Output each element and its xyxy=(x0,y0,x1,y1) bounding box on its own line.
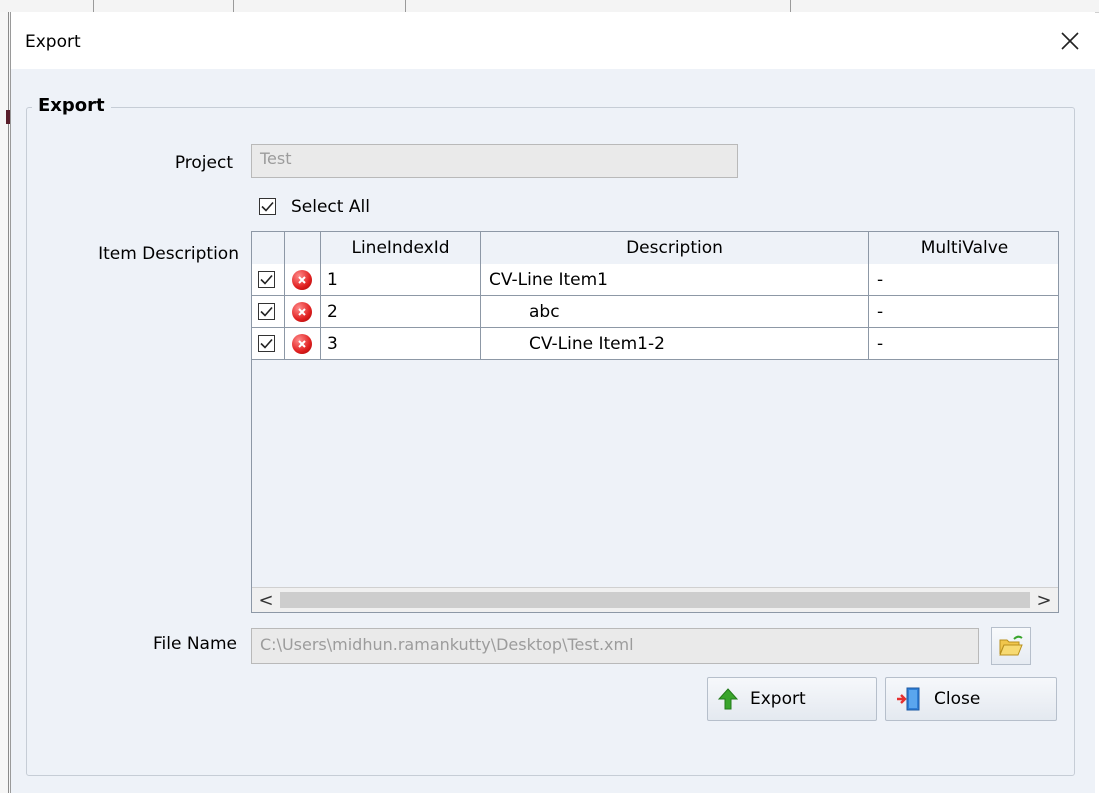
arrow-up-icon xyxy=(718,688,738,710)
row-description: CV-Line Item1-2 xyxy=(481,328,869,359)
column-header-multivalve[interactable]: MultiValve xyxy=(869,232,1058,264)
row-select-cell[interactable] xyxy=(252,328,285,359)
row-select-cell[interactable] xyxy=(252,296,285,327)
scrollbar-thumb[interactable] xyxy=(280,592,1030,608)
table-row[interactable]: 3 CV-Line Item1-2 - xyxy=(252,328,1058,360)
column-header-description[interactable]: Description xyxy=(481,232,869,264)
background-divider xyxy=(233,0,234,12)
dialog-title-bar: Export xyxy=(11,12,1095,69)
dialog-client-area: Export Project Test Select All Item Desc… xyxy=(11,69,1095,793)
file-name-input[interactable]: C:\Users\midhun.ramankutty\Desktop\Test.… xyxy=(251,628,979,664)
horizontal-scrollbar[interactable]: < > xyxy=(252,587,1058,612)
group-title: Export xyxy=(32,95,111,116)
close-button-label: Close xyxy=(934,689,981,709)
close-icon[interactable] xyxy=(1055,26,1085,56)
export-dialog: Export Export Project Test Select All It… xyxy=(10,12,1095,793)
row-delete-cell[interactable] xyxy=(285,296,321,327)
export-button[interactable]: Export xyxy=(707,677,877,721)
row-description: abc xyxy=(481,296,869,327)
table-row[interactable]: 1 CV-Line Item1 - xyxy=(252,264,1058,296)
row-lineindexid: 3 xyxy=(321,328,481,359)
background-divider xyxy=(93,0,94,12)
items-grid[interactable]: LineIndexId Description MultiValve 1 CV- xyxy=(251,231,1059,613)
row-multivalve: - xyxy=(877,269,884,290)
dialog-title: Export xyxy=(25,32,81,52)
grid-header: LineIndexId Description MultiValve xyxy=(252,232,1058,265)
column-header-lineindexid[interactable]: LineIndexId xyxy=(321,232,481,264)
column-header-delete[interactable] xyxy=(285,232,321,264)
row-multivalve: - xyxy=(877,333,884,354)
delete-icon[interactable] xyxy=(292,269,312,290)
project-input[interactable]: Test xyxy=(251,144,738,178)
check-icon xyxy=(260,274,273,285)
select-all-label: Select All xyxy=(291,197,370,217)
row-checkbox[interactable] xyxy=(258,335,275,352)
check-icon xyxy=(261,201,274,212)
delete-icon[interactable] xyxy=(292,333,312,354)
scroll-left-icon[interactable]: < xyxy=(252,588,280,612)
table-row[interactable]: 2 abc - xyxy=(252,296,1058,328)
row-multivalve: - xyxy=(877,301,884,322)
row-description: CV-Line Item1 xyxy=(481,264,869,295)
row-select-cell[interactable] xyxy=(252,264,285,295)
delete-icon[interactable] xyxy=(292,301,312,322)
background-left-line xyxy=(8,12,9,793)
background-divider xyxy=(405,0,406,12)
export-button-label: Export xyxy=(750,689,806,709)
row-checkbox[interactable] xyxy=(258,303,275,320)
select-all-checkbox[interactable] xyxy=(259,198,276,215)
close-button[interactable]: Close xyxy=(885,677,1057,721)
door-exit-icon xyxy=(896,687,922,711)
row-delete-cell[interactable] xyxy=(285,328,321,359)
row-lineindexid: 1 xyxy=(321,264,481,295)
background-divider xyxy=(790,0,791,12)
check-icon xyxy=(260,338,273,349)
row-lineindexid: 2 xyxy=(321,296,481,327)
row-delete-cell[interactable] xyxy=(285,264,321,295)
check-icon xyxy=(260,306,273,317)
project-label: Project xyxy=(174,153,233,173)
column-header-select[interactable] xyxy=(252,232,285,264)
file-name-label: File Name xyxy=(152,634,237,654)
scroll-right-icon[interactable]: > xyxy=(1030,588,1058,612)
item-description-label: Item Description xyxy=(98,244,239,264)
browse-folder-button[interactable] xyxy=(991,627,1031,665)
folder-open-icon xyxy=(999,635,1023,656)
row-checkbox[interactable] xyxy=(258,271,275,288)
